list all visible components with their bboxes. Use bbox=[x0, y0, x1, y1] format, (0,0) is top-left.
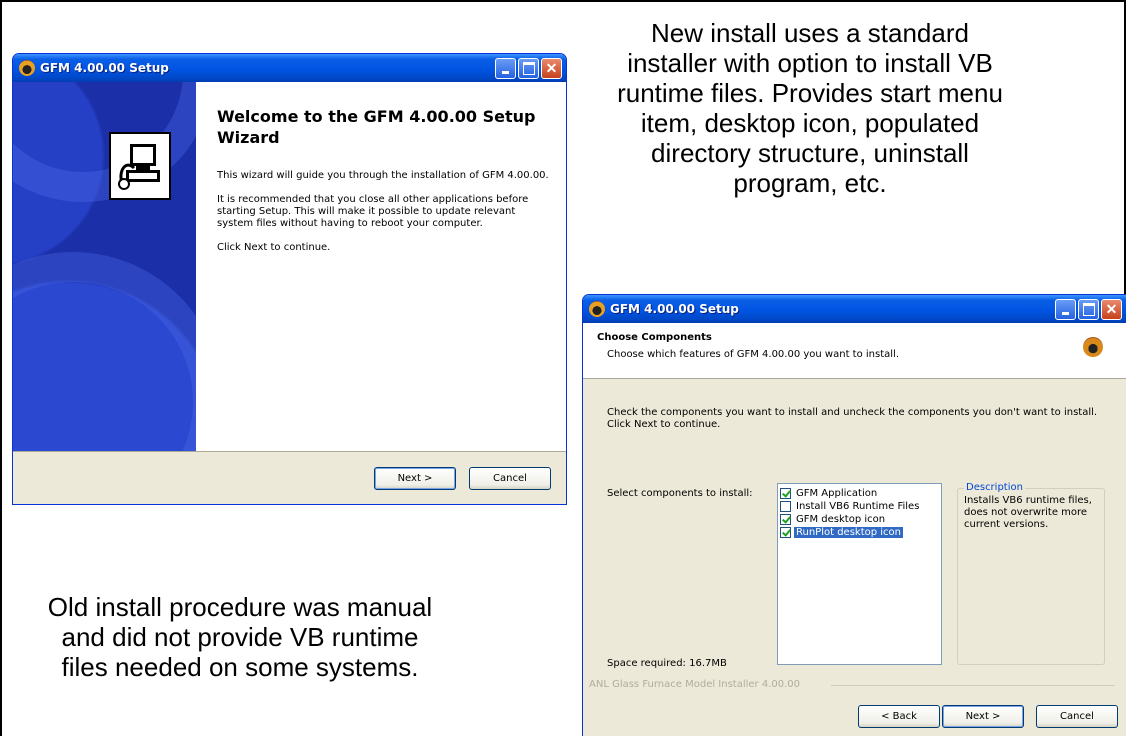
component-label: GFM desktop icon bbox=[796, 514, 886, 525]
description-text: Installs VB6 runtime files, does not ove… bbox=[964, 495, 1092, 530]
checkbox-checked[interactable] bbox=[780, 514, 791, 525]
caption-old-install: Old install procedure was manual and did… bbox=[47, 592, 433, 682]
next-button[interactable]: Next > bbox=[374, 467, 456, 490]
header-subtitle: Choose which features of GFM 4.00.00 you… bbox=[607, 349, 899, 360]
minimize-icon[interactable] bbox=[495, 57, 516, 79]
space-required: Space required: 16.7MB bbox=[607, 658, 727, 669]
installer-brand-text: ANL Glass Furnace Model Installer 4.00.0… bbox=[589, 679, 801, 690]
welcome-paragraph: This wizard will guide you through the i… bbox=[217, 170, 549, 181]
component-label: Install VB6 Runtime Files bbox=[796, 501, 920, 512]
components-titlebar[interactable]: GFM 4.00.00 Setup ✕ bbox=[583, 295, 1126, 323]
caption-new-install: New install uses a standard installer wi… bbox=[617, 18, 1003, 198]
divider bbox=[831, 685, 1115, 686]
components-intro: Check the components you want to install… bbox=[607, 407, 1098, 430]
components-window: GFM 4.00.00 Setup ✕ Choose Components Ch… bbox=[582, 294, 1126, 736]
welcome-paragraph: Click Next to continue. bbox=[217, 242, 331, 253]
checkbox-checked[interactable] bbox=[780, 527, 791, 538]
close-icon[interactable]: ✕ bbox=[1101, 298, 1122, 320]
brand-row: ANL Glass Furnace Model Installer 4.00.0… bbox=[583, 679, 1126, 691]
window-title: GFM 4.00.00 Setup bbox=[40, 61, 169, 75]
window-title: GFM 4.00.00 Setup bbox=[610, 302, 739, 316]
wizard-sidebar-banner bbox=[13, 82, 196, 451]
select-components-label: Select components to install: bbox=[607, 488, 753, 499]
component-label: RunPlot desktop icon bbox=[794, 527, 903, 538]
maximize-icon[interactable] bbox=[518, 57, 539, 79]
header-title: Choose Components bbox=[597, 332, 712, 343]
welcome-paragraph: It is recommended that you close all oth… bbox=[217, 194, 529, 229]
welcome-titlebar[interactable]: GFM 4.00.00 Setup ✕ bbox=[13, 54, 566, 82]
component-item-selected[interactable]: RunPlot desktop icon bbox=[780, 526, 939, 539]
back-button[interactable]: < Back bbox=[858, 705, 940, 728]
next-button[interactable]: Next > bbox=[942, 705, 1024, 728]
cancel-button[interactable]: Cancel bbox=[469, 467, 551, 490]
component-item[interactable]: Install VB6 Runtime Files bbox=[780, 500, 939, 513]
maximize-icon[interactable] bbox=[1078, 298, 1099, 320]
components-header: Choose Components Choose which features … bbox=[583, 323, 1126, 379]
app-icon bbox=[589, 301, 605, 317]
welcome-heading: Welcome to the GFM 4.00.00 Setup Wizard bbox=[217, 107, 536, 147]
description-box: Description Installs VB6 runtime files, … bbox=[957, 482, 1105, 665]
description-title: Description bbox=[964, 482, 1025, 493]
cancel-button[interactable]: Cancel bbox=[1036, 705, 1118, 728]
checkbox-unchecked[interactable] bbox=[780, 501, 791, 512]
app-icon bbox=[19, 60, 35, 76]
welcome-window: GFM 4.00.00 Setup ✕ Welcome to the GFM 4… bbox=[12, 53, 567, 505]
welcome-button-bar: Next > Cancel bbox=[13, 451, 566, 504]
minimize-icon[interactable] bbox=[1055, 298, 1076, 320]
installer-logo-icon bbox=[1083, 337, 1103, 357]
close-icon[interactable]: ✕ bbox=[541, 57, 562, 79]
checkbox-checked[interactable] bbox=[780, 488, 791, 499]
computer-install-icon bbox=[109, 132, 171, 200]
components-list[interactable]: GFM Application Install VB6 Runtime File… bbox=[777, 483, 942, 665]
component-item[interactable]: GFM desktop icon bbox=[780, 513, 939, 526]
component-item[interactable]: GFM Application bbox=[780, 487, 939, 500]
welcome-content: Welcome to the GFM 4.00.00 Setup Wizard … bbox=[196, 82, 566, 451]
component-label: GFM Application bbox=[796, 488, 878, 499]
